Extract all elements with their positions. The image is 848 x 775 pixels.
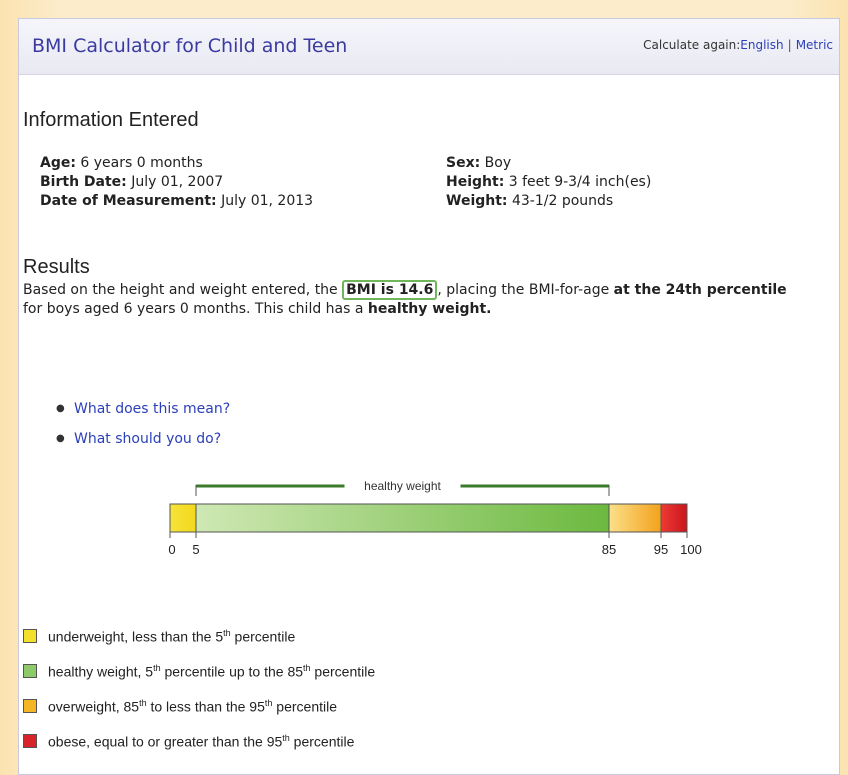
legend-text: percentile up to the 85	[160, 663, 304, 680]
tick-label: 5	[192, 542, 199, 557]
segment-overweight	[608, 503, 662, 533]
segment-healthy-weight	[195, 503, 610, 533]
ordinal-suffix: th	[282, 733, 290, 743]
legend-swatch	[23, 629, 37, 643]
ordinal-suffix: th	[139, 698, 147, 708]
legend-swatch	[23, 664, 37, 678]
ordinal-suffix: th	[303, 663, 311, 673]
segment-underweight	[169, 503, 197, 533]
ordinal-suffix: th	[223, 628, 231, 638]
legend-label: obese, equal to or greater than the 95th…	[48, 733, 354, 750]
bracket-label: healthy weight	[364, 479, 441, 493]
tick-label: 0	[168, 542, 175, 557]
segment-obese	[660, 503, 688, 533]
legend-text: percentile	[289, 733, 355, 750]
legend-label: underweight, less than the 5th percentil…	[48, 628, 295, 645]
legend-text: overweight, 85	[48, 698, 140, 715]
legend-text: to less than the 95	[146, 698, 265, 715]
legend-label: healthy weight, 5th percentile up to the…	[48, 663, 375, 680]
percentile-chart: healthy weight 0 5 85 95 100	[168, 479, 702, 557]
tick-label: 85	[602, 542, 616, 557]
legend-text: percentile	[230, 628, 296, 645]
legend-text: percentile	[310, 663, 376, 680]
legend-text: healthy weight, 5	[48, 663, 154, 680]
tick-label: 95	[654, 542, 668, 557]
ordinal-suffix: th	[153, 663, 161, 673]
tick-label: 100	[680, 542, 702, 557]
legend-text: percentile	[272, 698, 337, 715]
legend-label: overweight, 85th to less than the 95th p…	[48, 698, 337, 715]
legend-swatch	[23, 734, 37, 748]
legend-text: underweight, less than the 5	[48, 628, 224, 645]
legend-text: obese, equal to or greater than the 95	[48, 733, 283, 750]
legend-swatch	[23, 699, 37, 713]
